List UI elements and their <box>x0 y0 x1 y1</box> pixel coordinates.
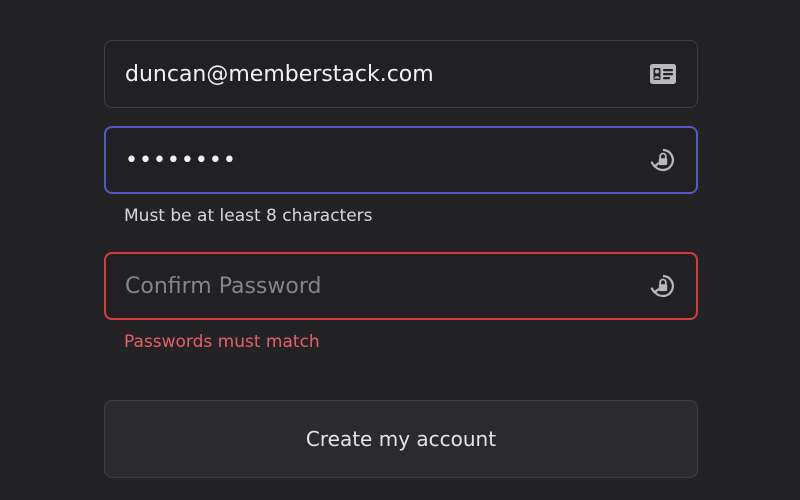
signup-form: Must be at least 8 characters Passwords … <box>104 40 698 478</box>
confirm-password-error-text: Passwords must match <box>124 332 320 352</box>
confirm-password-input[interactable] <box>125 254 649 318</box>
email-field[interactable] <box>104 40 698 108</box>
create-account-button[interactable]: Create my account <box>104 400 698 478</box>
lock-refresh-icon[interactable] <box>649 272 677 300</box>
password-field[interactable] <box>104 126 698 194</box>
id-card-icon <box>649 60 677 88</box>
email-input[interactable] <box>125 41 649 107</box>
lock-refresh-icon[interactable] <box>649 146 677 174</box>
password-input[interactable] <box>125 128 649 192</box>
password-helper-text: Must be at least 8 characters <box>124 206 373 226</box>
confirm-password-field[interactable] <box>104 252 698 320</box>
